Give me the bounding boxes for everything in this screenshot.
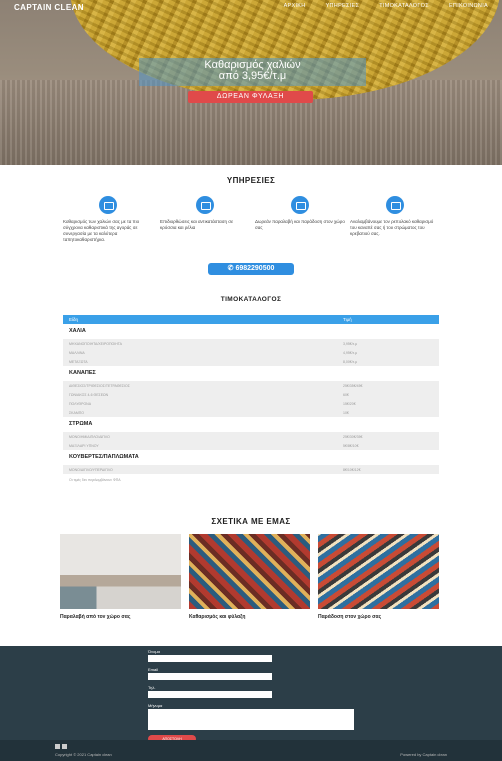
pricing-title: ΤΙΜΟΚΑΤΑΛΟΓΟΣ (220, 296, 282, 303)
price-item: ΜΗΧΑΝΟΠΟΙΗΤΑ/ΧΕΙΡΟΠΟΙΗΤΑ (69, 341, 122, 346)
powered-by: Powered by Captain clean (400, 752, 447, 757)
price-value: 25€/35€/45€ (343, 383, 363, 388)
main-nav: ΑΡΧΙΚΗ ΥΠΗΡΕΣΙΕΣ ΤΙΜΟΚΑΤΑΛΟΓΟΣ ΕΠΙΚΟΙΝΩΝ… (284, 3, 488, 9)
free-storage-button[interactable]: ΔΩΡΕΑΝ ΦΥΛΑΞΗ (188, 91, 313, 103)
price-category: ΧΑΛΙΑ (63, 324, 439, 339)
email-field[interactable] (148, 673, 272, 680)
service-item: Επιδιορθώσεις και αντικατάσταση σε κρόσσ… (160, 196, 250, 231)
contact-form: Όνομα Email Τηλ. Μήνυμα ΑΠΟΣΤΟΛΗ (148, 649, 358, 743)
table-row: ΜΟΝΟ/ΗΜΙΔΙΠΛΟ/ΔΙΠΛΟ 25€/30€/35€ (63, 432, 439, 441)
table-row: ΜΑΛΛΙΝΑ 4,95€/τ.μ (63, 348, 439, 357)
about-caption: Παραλαβή από τον χώρο σας (60, 614, 131, 620)
nav-contact[interactable]: ΕΠΙΚΟΙΝΩΝΙΑ (449, 3, 488, 9)
table-row: ΔΙΘΕΣΙΟΣ/ΤΡΙΘΕΣΙΟΣ/ΤΕΤΡΑΘΕΣΙΟΣ 25€/35€/45… (63, 381, 439, 390)
about-title: ΣΧΕΤΙΚΑ ΜΕ ΕΜΑΣ (211, 517, 291, 526)
table-row: ΜΗΧΑΝΟΠΟΙΗΤΑ/ΧΕΙΡΟΠΟΙΗΤΑ 3,95€/τ.μ (63, 339, 439, 348)
service-text: Καθαρισμός των χαλιών σας με τα πιο σύγχ… (63, 219, 140, 242)
service-text: Επιδιορθώσεις και αντικατάσταση σε κρόσσ… (160, 219, 234, 230)
price-table-header: Είδη Τιμή (63, 315, 439, 324)
price-item: ΠΟΛΥΘΡΟΝΑ (69, 401, 92, 406)
price-category: ΚΟΥΒΕΡΤΕΣ/ΠΑΠΛΩΜΑΤΑ (63, 450, 439, 465)
about-card: Παραλαβή από τον χώρο σας (60, 534, 181, 620)
price-item: ΜΟΝΟ/ΔΙΠΛΟ/ΥΠΕΡΔΙΠΛΟ (69, 467, 113, 472)
price-value: 10€ (343, 410, 349, 415)
price-value: 8,00€/τ.μ (343, 359, 358, 364)
repair-icon (196, 196, 214, 214)
social-links (55, 744, 67, 749)
phone-button[interactable]: ✆ 6982290500 (208, 263, 294, 275)
about-caption: Καθαρισμός και φύλαξη (189, 614, 246, 620)
price-value: 25€/30€/35€ (343, 434, 363, 439)
price-value: 8€/10€/12€ (343, 467, 361, 472)
table-row: ΜΟΝΟ/ΔΙΠΛΟ/ΥΠΕΡΔΙΠΛΟ 8€/10€/12€ (63, 465, 439, 474)
living-room-photo (60, 534, 181, 609)
hero-title-line2: από 3,95€/τ.μ (218, 70, 287, 82)
bottom-bar (0, 740, 502, 761)
service-item: Αναλαμβάνουμε τον ρεπολακό καθαρισμό του… (350, 196, 440, 237)
price-category: ΚΑΝΑΠΕΣ (63, 366, 439, 381)
hero-title: Καθαρισμός χαλιών από 3,95€/τ.μ (139, 58, 366, 86)
about-caption: Παράδοση στον χώρο σας (318, 614, 382, 620)
about-card: Παράδοση στον χώρο σας (318, 534, 439, 620)
price-value: 4,95€/τ.μ (343, 350, 358, 355)
price-note: Οι τιμές δεν περιλαμβάνουν ΦΠΑ (69, 478, 121, 482)
phone-number: 6982290500 (235, 265, 275, 272)
delivery-photo (318, 534, 439, 609)
column-header-type: Είδη (69, 317, 79, 322)
table-row: ΠΟΛΥΘΡΟΝΑ 15€/20€ (63, 399, 439, 408)
price-item: ΔΙΘΕΣΙΟΣ/ΤΡΙΘΕΣΙΟΣ/ΤΕΤΡΑΘΕΣΙΟΣ (69, 383, 130, 388)
service-item: Καθαρισμός των χαλιών σας με τα πιο σύγχ… (63, 196, 153, 243)
price-item: ΜΕΤΑΞΩΤΑ (69, 359, 88, 364)
services-title: ΥΠΗΡΕΣΙΕΣ (226, 176, 276, 185)
price-item: ΣΚΑΜΠΟ (69, 410, 84, 415)
price-item: ΓΩΝΙΑΚΟΣ 4-6 ΘΕΣΕΩΝ (69, 392, 109, 397)
column-header-price: Τιμή (343, 317, 352, 322)
price-category: ΣΤΡΩΜΑ (63, 417, 439, 432)
price-value: 5€/8€/10€ (343, 443, 359, 448)
table-row: ΣΚΑΜΠΟ 10€ (63, 408, 439, 417)
table-row: ΓΩΝΙΑΚΟΣ 4-6 ΘΕΣΕΩΝ 60€ (63, 390, 439, 399)
service-text: Αναλαμβάνουμε τον ρεπολακό καθαρισμό του… (350, 219, 434, 236)
table-row: ΜΑΞΙΛΑΡΙ ΥΠΝΟΥ 5€/8€/10€ (63, 441, 439, 450)
price-value: 15€/20€ (343, 401, 356, 406)
about-card: Καθαρισμός και φύλαξη (189, 534, 310, 620)
message-field[interactable] (148, 709, 354, 730)
nav-pricing[interactable]: ΤΙΜΟΚΑΤΑΛΟΓΟΣ (379, 3, 429, 9)
price-item: ΜΟΝΟ/ΗΜΙΔΙΠΛΟ/ΔΙΠΛΟ (69, 434, 110, 439)
sofa-icon (386, 196, 404, 214)
nav-home[interactable]: ΑΡΧΙΚΗ (284, 3, 306, 9)
carpet-icon (99, 196, 117, 214)
phone-field[interactable] (148, 691, 272, 698)
price-table: Είδη Τιμή ΧΑΛΙΑ ΜΗΧΑΝΟΠΟΙΗΤΑ/ΧΕΙΡΟΠΟΙΗΤΑ… (63, 315, 439, 486)
nav-services[interactable]: ΥΠΗΡΕΣΙΕΣ (326, 3, 360, 9)
hero-section: CAPTAIN CLEAN ΑΡΧΙΚΗ ΥΠΗΡΕΣΙΕΣ ΤΙΜΟΚΑΤΑΛ… (0, 0, 502, 165)
rug-photo (189, 534, 310, 609)
site-logo[interactable]: CAPTAIN CLEAN (14, 3, 84, 12)
truck-icon (291, 196, 309, 214)
price-item: ΜΑΞΙΛΑΡΙ ΥΠΝΟΥ (69, 443, 99, 448)
service-item: Δωρεάν παραλαβή και παράδοση στον χώρο σ… (255, 196, 345, 231)
price-value: 3,95€/τ.μ (343, 341, 358, 346)
price-item: ΜΑΛΛΙΝΑ (69, 350, 85, 355)
copyright: Copyright © 2021 Captain clean (55, 752, 112, 757)
table-row: ΜΕΤΑΞΩΤΑ 8,00€/τ.μ (63, 357, 439, 366)
price-value: 60€ (343, 392, 349, 397)
name-field[interactable] (148, 655, 272, 662)
service-text: Δωρεάν παραλαβή και παράδοση στον χώρο σ… (255, 219, 345, 230)
facebook-icon[interactable] (55, 744, 60, 749)
instagram-icon[interactable] (62, 744, 67, 749)
